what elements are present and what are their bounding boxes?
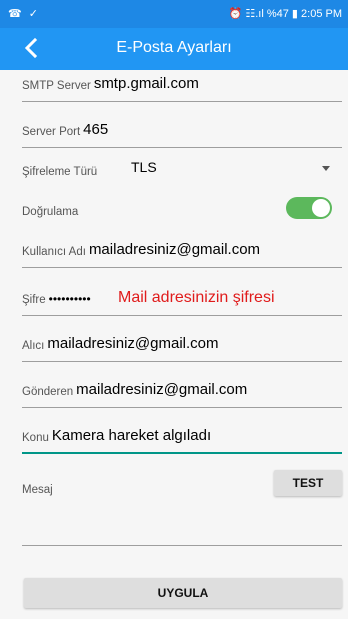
authentication-toggle[interactable]: [286, 197, 332, 219]
subject-field[interactable]: Konu Kamera hareket algıladı: [22, 426, 342, 456]
password-underline: [22, 315, 342, 316]
encryption-label: Şifreleme Türü: [22, 166, 98, 178]
settings-form: SMTP Server smtp.gmail.com Server Port 465…: [0, 70, 348, 619]
password-field[interactable]: Şifre •••••••••• Mail adresinizin şifresi: [22, 288, 342, 318]
username-label: Kullanıcı Adı: [22, 246, 86, 258]
status-right-info: ⏰ ☷.ıl %47 ▮ 2:05 PM: [228, 8, 342, 20]
smtp-underline: [22, 101, 342, 102]
password-annotation: Mail adresinizin şifresi: [118, 289, 275, 306]
smtp-server-input[interactable]: smtp.gmail.com: [94, 75, 199, 92]
authentication-row: Doğrulama: [22, 197, 342, 222]
message-label: Mesaj: [22, 484, 53, 496]
password-input[interactable]: ••••••••••: [49, 292, 91, 306]
authentication-label: Doğrulama: [22, 206, 79, 218]
server-port-field[interactable]: Server Port 465: [22, 120, 342, 150]
recipient-underline: [22, 361, 342, 362]
port-underline: [22, 147, 342, 148]
recipient-input[interactable]: mailadresiniz@gmail.com: [47, 335, 218, 352]
username-input[interactable]: mailadresiniz@gmail.com: [89, 241, 260, 258]
subject-input[interactable]: Kamera hareket algıladı: [52, 427, 211, 444]
server-port-label: Server Port: [22, 126, 81, 138]
sender-input[interactable]: mailadresiniz@gmail.com: [76, 381, 247, 398]
app-bar: E-Posta Ayarları: [0, 28, 348, 70]
recipient-label: Alıcı: [22, 340, 45, 352]
recipient-field[interactable]: Alıcı mailadresiniz@gmail.com: [22, 334, 342, 364]
sender-field[interactable]: Gönderen mailadresiniz@gmail.com: [22, 380, 342, 410]
message-underline: [22, 545, 342, 546]
message-input[interactable]: [22, 510, 342, 546]
status-left-icons: ☎ ✓: [8, 8, 40, 20]
username-field[interactable]: Kullanıcı Adı mailadresiniz@gmail.com: [22, 240, 342, 270]
smtp-server-label: SMTP Server: [22, 80, 91, 92]
encryption-value[interactable]: TLS: [131, 159, 157, 175]
toggle-knob: [312, 199, 330, 217]
smtp-server-field[interactable]: SMTP Server smtp.gmail.com: [22, 74, 342, 104]
subject-label: Konu: [22, 432, 49, 444]
sender-label: Gönderen: [22, 386, 74, 398]
page-title: E-Posta Ayarları: [116, 39, 232, 56]
sender-underline: [22, 407, 342, 408]
server-port-input[interactable]: 465: [83, 121, 108, 138]
subject-underline: [22, 452, 342, 454]
dropdown-arrow-icon[interactable]: [322, 166, 330, 171]
encryption-select[interactable]: Şifreleme Türü TLS: [22, 159, 342, 182]
status-bar: ☎ ✓ ⏰ ☷.ıl %47 ▮ 2:05 PM: [0, 0, 348, 28]
password-label: Şifre: [22, 294, 46, 306]
username-underline: [22, 267, 342, 268]
test-button[interactable]: TEST: [274, 470, 342, 496]
apply-button[interactable]: UYGULA: [24, 578, 342, 608]
